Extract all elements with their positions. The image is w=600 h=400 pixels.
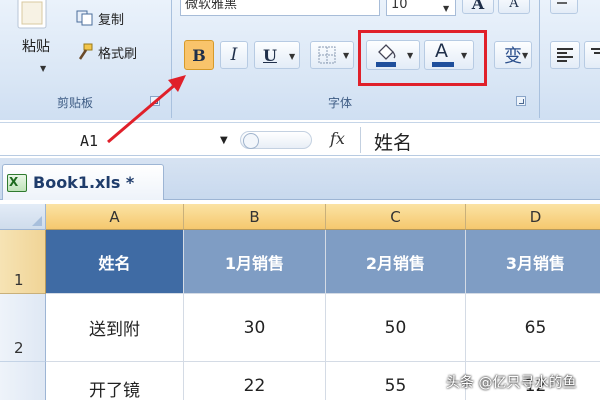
clipboard-dialog-launcher-icon[interactable] bbox=[150, 96, 160, 106]
workbook-name: Book1.xls * bbox=[33, 173, 135, 192]
cell-b1[interactable]: 1月销售 bbox=[184, 230, 326, 294]
font-name-select[interactable]: 微软雅黑 bbox=[180, 0, 380, 16]
cell-a2[interactable]: 送到附 bbox=[46, 294, 184, 362]
chevron-down-icon[interactable]: ▼ bbox=[220, 135, 228, 146]
select-all-corner[interactable] bbox=[0, 204, 46, 230]
copy-icon bbox=[76, 10, 93, 26]
align-left-icon bbox=[557, 48, 573, 62]
excel-workbook-icon bbox=[7, 173, 27, 192]
ribbon: 粘贴 ▼ 复制 格式刷 剪贴板 微软雅黑 10 ▼ A A B I U ▼ ▼ … bbox=[0, 0, 600, 120]
italic-button[interactable]: I bbox=[220, 41, 248, 69]
formula-bar-resize-handle[interactable] bbox=[240, 131, 312, 149]
italic-label: I bbox=[230, 45, 238, 65]
align-left-button[interactable] bbox=[550, 41, 580, 69]
paintbrush-icon bbox=[78, 43, 93, 60]
grow-font-label: A bbox=[471, 0, 485, 13]
shrink-font-button[interactable]: A bbox=[498, 0, 530, 14]
chevron-down-icon: ▼ bbox=[522, 51, 529, 60]
format-painter-button[interactable]: 格式刷 bbox=[76, 42, 137, 62]
bold-label: B bbox=[192, 45, 206, 65]
cell-b3[interactable]: 22 bbox=[184, 362, 326, 400]
align-top-icon bbox=[557, 2, 567, 4]
cell-d1[interactable]: 3月销售 bbox=[466, 230, 600, 294]
font-group-label: 字体 bbox=[327, 96, 352, 110]
column-header-d[interactable]: D bbox=[466, 204, 600, 230]
font-name-value: 微软雅黑 bbox=[185, 0, 238, 12]
row-header-3[interactable] bbox=[0, 362, 46, 400]
chevron-down-icon: ▼ bbox=[289, 51, 296, 61]
borders-icon bbox=[318, 46, 336, 64]
annotation-highlight-box bbox=[358, 30, 487, 86]
column-header-b[interactable]: B bbox=[184, 204, 326, 230]
align-top-button[interactable] bbox=[550, 0, 578, 14]
cell-a1[interactable]: 姓名 bbox=[46, 230, 184, 294]
group-divider bbox=[539, 0, 540, 118]
workbook-tab-strip: Book1.xls * bbox=[0, 158, 600, 200]
shrink-font-label: A bbox=[509, 0, 519, 11]
bold-button[interactable]: B bbox=[185, 41, 213, 69]
font-dialog-launcher-icon[interactable] bbox=[516, 96, 526, 106]
clipboard-icon bbox=[17, 0, 47, 29]
phonetic-guide-label: 变 bbox=[504, 46, 522, 67]
chevron-down-icon: ▼ bbox=[443, 4, 450, 13]
cell-b2[interactable]: 30 bbox=[184, 294, 326, 362]
formula-divider bbox=[360, 127, 361, 153]
cell-a3[interactable]: 开了镜 bbox=[46, 362, 184, 400]
worksheet-grid: A B C D 1 2 姓名 1月销售 2月销售 3月销售 送到附 30 50 … bbox=[0, 200, 600, 400]
cell-c3[interactable]: 55 bbox=[326, 362, 466, 400]
row-number: 1 bbox=[14, 271, 24, 289]
cell-c1[interactable]: 2月销售 bbox=[326, 230, 466, 294]
clipboard-group-label: 剪贴板 bbox=[56, 96, 93, 110]
name-box[interactable]: A1 bbox=[80, 132, 98, 150]
column-header-c[interactable]: C bbox=[326, 204, 466, 230]
underline-button[interactable]: U ▼ bbox=[254, 41, 300, 69]
formula-input[interactable]: 姓名 bbox=[374, 128, 412, 155]
underline-label: U bbox=[263, 45, 277, 65]
workbook-tab[interactable]: Book1.xls * bbox=[2, 164, 164, 200]
paste-label: 粘贴 bbox=[22, 39, 50, 55]
row-number: 2 bbox=[14, 339, 24, 357]
font-size-value: 10 bbox=[391, 0, 408, 12]
insert-function-button[interactable]: fx bbox=[330, 129, 345, 148]
chevron-down-icon: ▼ bbox=[40, 64, 47, 73]
borders-button[interactable]: ▼ bbox=[310, 41, 354, 69]
phonetic-guide-button[interactable]: 变 ▼ bbox=[494, 41, 532, 69]
grow-font-button[interactable]: A bbox=[462, 0, 494, 14]
paste-button[interactable]: 粘贴 ▼ bbox=[8, 0, 58, 82]
cell-d2[interactable]: 65 bbox=[466, 294, 600, 362]
chevron-down-icon: ▼ bbox=[343, 51, 350, 60]
group-divider bbox=[171, 0, 172, 118]
column-header-a[interactable]: A bbox=[46, 204, 184, 230]
copy-button[interactable]: 复制 bbox=[76, 8, 124, 28]
watermark-text: 头条 @亿只寻水的鱼 bbox=[446, 375, 577, 391]
format-painter-label: 格式刷 bbox=[98, 46, 138, 62]
row-header-2[interactable]: 2 bbox=[0, 294, 46, 362]
font-size-select[interactable]: 10 ▼ bbox=[386, 0, 456, 16]
copy-label: 复制 bbox=[98, 12, 125, 28]
align-center-icon bbox=[591, 48, 600, 54]
cell-c2[interactable]: 50 bbox=[326, 294, 466, 362]
formula-bar: A1 ▼ fx 姓名 bbox=[0, 122, 600, 156]
align-center-button[interactable] bbox=[584, 41, 600, 69]
row-header-1[interactable]: 1 bbox=[0, 230, 46, 294]
